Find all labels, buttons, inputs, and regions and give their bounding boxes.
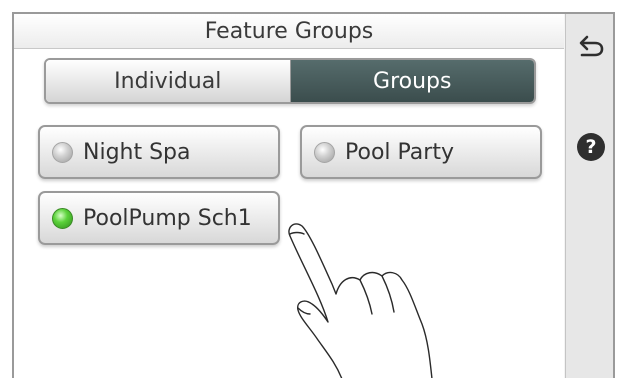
group-label: Night Spa	[83, 139, 191, 165]
view-toggle: Individual Groups	[44, 58, 536, 104]
help-button[interactable]: ?	[574, 130, 608, 164]
main-panel: Feature Groups Individual Groups Night S…	[14, 14, 564, 378]
status-led-icon	[314, 141, 335, 163]
page-title: Feature Groups	[204, 18, 374, 44]
sidebar: ?	[565, 14, 613, 378]
help-icon: ?	[577, 133, 605, 161]
status-led-active-icon	[52, 207, 73, 229]
back-button[interactable]	[574, 28, 608, 62]
title-bar: Feature Groups	[14, 14, 564, 49]
tab-individual[interactable]: Individual	[46, 60, 291, 102]
group-button-night-spa[interactable]: Night Spa	[38, 125, 280, 179]
group-button-poolpump-sch1[interactable]: PoolPump Sch1	[38, 191, 280, 245]
group-label: Pool Party	[345, 139, 454, 165]
group-button-pool-party[interactable]: Pool Party	[300, 125, 542, 179]
touchscreen: Feature Groups Individual Groups Night S…	[12, 12, 615, 378]
pointing-hand-icon	[288, 223, 433, 378]
group-label: PoolPump Sch1	[83, 205, 252, 231]
tab-groups[interactable]: Groups	[290, 60, 534, 102]
status-led-icon	[52, 141, 73, 163]
back-arrow-icon	[579, 35, 604, 57]
